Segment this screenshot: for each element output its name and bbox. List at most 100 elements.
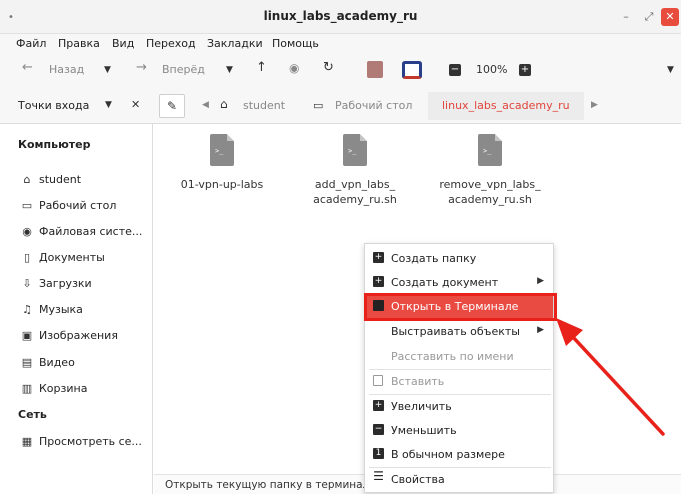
- menu-file[interactable]: Файл: [16, 37, 46, 50]
- zoom-in-icon[interactable]: +: [519, 64, 531, 76]
- script-file-icon: >_: [343, 134, 367, 166]
- sidebar-item-student[interactable]: ⌂ student: [20, 173, 82, 186]
- sidebar-item-label: Просмотреть се...: [39, 435, 142, 448]
- back-arrow-icon[interactable]: ←: [22, 60, 33, 75]
- sidebar-item-music[interactable]: ♫ Музыка: [20, 303, 83, 316]
- toolbar: ← Назад ▼ → Вперёд ▼ ↑ ◉ ↻ − 100% + ▼: [0, 54, 681, 88]
- menu-item-label: В обычном размере: [391, 448, 505, 461]
- file-item[interactable]: >_ add_vpn_labs_ academy_ru.sh: [300, 124, 410, 207]
- computer-icon[interactable]: [402, 61, 422, 79]
- documents-icon: ▯: [23, 251, 31, 264]
- submenu-arrow-icon: ▶: [537, 276, 544, 286]
- menu-bar: Файл Правка Вид Переход Закладки Помощь: [0, 34, 681, 54]
- menu-item-label: Создать документ: [391, 276, 499, 289]
- add-icon: +: [373, 252, 384, 263]
- title-bar: • linux_labs_academy_ru – ⤢ ✕: [0, 0, 681, 34]
- file-name: remove_vpn_labs_ academy_ru.sh: [435, 177, 545, 207]
- crumb-desktop[interactable]: Рабочий стол: [335, 99, 412, 112]
- crumb-right-arrow-icon[interactable]: ▶: [591, 100, 598, 110]
- properties-icon: ☰: [373, 469, 384, 483]
- menu-item-zoom-in[interactable]: + Увеличить: [365, 396, 553, 418]
- terminal-glyph: >_: [348, 147, 357, 155]
- reload-icon[interactable]: ↻: [323, 60, 334, 75]
- clipboard-icon: [373, 375, 383, 386]
- toolbar-overflow-chevron-icon[interactable]: ▼: [667, 65, 674, 75]
- menu-item-label: Уменьшить: [391, 424, 457, 437]
- sidebar-item-label: Документы: [39, 251, 105, 264]
- menu-bookmarks[interactable]: Закладки: [207, 37, 263, 50]
- file-name-line1: add_vpn_labs_: [314, 178, 396, 191]
- sidebar-item-downloads[interactable]: ⇩ Загрузки: [20, 277, 92, 290]
- minimize-button[interactable]: –: [617, 8, 635, 26]
- file-name: add_vpn_labs_ academy_ru.sh: [300, 177, 410, 207]
- context-menu: + Создать папку + Создать документ ▶ Открыт…: [364, 243, 554, 493]
- back-button[interactable]: Назад: [49, 63, 84, 76]
- menu-item-label: Вставить: [391, 375, 445, 388]
- menu-item-create-folder[interactable]: + Создать папку: [365, 248, 553, 270]
- sidebar-item-documents[interactable]: ▯ Документы: [20, 251, 105, 264]
- sidebar-item-label: Загрузки: [39, 277, 92, 290]
- menu-item-normal-size[interactable]: 1 В обычном размере: [365, 444, 553, 466]
- menu-help[interactable]: Помощь: [272, 37, 319, 50]
- zoom-in-icon: +: [373, 400, 384, 411]
- stop-icon[interactable]: ◉: [289, 61, 299, 75]
- download-icon: ⇩: [22, 277, 32, 290]
- menu-go[interactable]: Переход: [146, 37, 196, 50]
- zoom-reset-icon: 1: [373, 448, 384, 459]
- sidebar-item-browse-network[interactable]: ▦ Просмотреть се...: [20, 435, 142, 448]
- menu-item-create-document[interactable]: + Создать документ ▶: [365, 272, 553, 294]
- places-label[interactable]: Точки входа: [18, 99, 89, 112]
- highlight-box: [364, 293, 557, 321]
- menu-item-arrange-items[interactable]: Выстраивать объекты ▶: [365, 321, 553, 343]
- close-sidebar-icon[interactable]: ✕: [131, 98, 140, 111]
- crumb-student[interactable]: student: [243, 99, 285, 112]
- sidebar-item-trash[interactable]: ▥ Корзина: [20, 382, 88, 395]
- sidebar-header-network: Сеть: [18, 408, 47, 421]
- window-title: linux_labs_academy_ru: [263, 9, 418, 23]
- menu-item-label: Увеличить: [391, 400, 452, 413]
- home-crumb-icon: ⌂: [220, 97, 228, 111]
- places-selector[interactable]: Точки входа ▼ ✕: [0, 88, 152, 124]
- file-name: 01-vpn-up-labs: [167, 177, 277, 192]
- up-arrow-icon[interactable]: ↑: [256, 60, 267, 75]
- home-icon: ⌂: [23, 173, 31, 186]
- file-item[interactable]: >_ 01-vpn-up-labs: [167, 124, 277, 192]
- sidebar-item-filesystem[interactable]: ◉ Файловая систе...: [20, 225, 142, 238]
- forward-button[interactable]: Вперёд: [162, 63, 205, 76]
- menu-item-sort-by-name[interactable]: Расставить по имени: [365, 346, 553, 368]
- menu-separator: [369, 394, 551, 395]
- menu-item-label: Создать папку: [391, 252, 477, 265]
- zoom-out-icon[interactable]: −: [449, 64, 461, 76]
- trash-icon: ▥: [21, 382, 33, 395]
- toggle-location-edit-button[interactable]: ✎: [159, 94, 185, 118]
- menu-item-paste[interactable]: Вставить: [365, 371, 553, 393]
- sidebar-item-label: Видео: [39, 356, 75, 369]
- menu-item-label: Расставить по имени: [391, 350, 514, 363]
- places-chevron-down-icon[interactable]: ▼: [105, 100, 112, 110]
- crumb-left-arrow-icon[interactable]: ◀: [202, 100, 209, 110]
- menu-view[interactable]: Вид: [112, 37, 134, 50]
- menu-item-zoom-out[interactable]: − Уменьшить: [365, 420, 553, 442]
- forward-history-chevron-icon[interactable]: ▼: [226, 65, 233, 75]
- sidebar-item-label: Корзина: [39, 382, 88, 395]
- crumb-current-folder[interactable]: linux_labs_academy_ru: [428, 92, 584, 120]
- network-icon: ▦: [21, 435, 33, 448]
- file-item[interactable]: >_ remove_vpn_labs_ academy_ru.sh: [435, 124, 545, 207]
- home-folder-icon[interactable]: [367, 61, 383, 78]
- file-name-line1: remove_vpn_labs_: [439, 178, 541, 191]
- menu-edit[interactable]: Правка: [58, 37, 100, 50]
- forward-arrow-icon[interactable]: →: [136, 60, 147, 75]
- desktop-crumb-icon: ▭: [313, 99, 324, 112]
- sidebar-item-label: Рабочий стол: [39, 199, 117, 212]
- close-button[interactable]: ✕: [661, 8, 679, 26]
- sidebar-item-videos[interactable]: ▤ Видео: [20, 356, 75, 369]
- menu-separator: [369, 369, 551, 370]
- maximize-button[interactable]: ⤢: [640, 8, 658, 26]
- status-text: Открыть текущую папку в терминале: [165, 479, 376, 491]
- sidebar-item-pictures[interactable]: ▣ Изображения: [20, 329, 118, 342]
- menu-item-properties[interactable]: ☰ Свойства: [365, 469, 553, 491]
- script-file-icon: >_: [478, 134, 502, 166]
- sidebar-item-desktop[interactable]: ▭ Рабочий стол: [20, 199, 117, 212]
- file-name-line2: academy_ru.sh: [313, 193, 397, 206]
- back-history-chevron-icon[interactable]: ▼: [104, 65, 111, 75]
